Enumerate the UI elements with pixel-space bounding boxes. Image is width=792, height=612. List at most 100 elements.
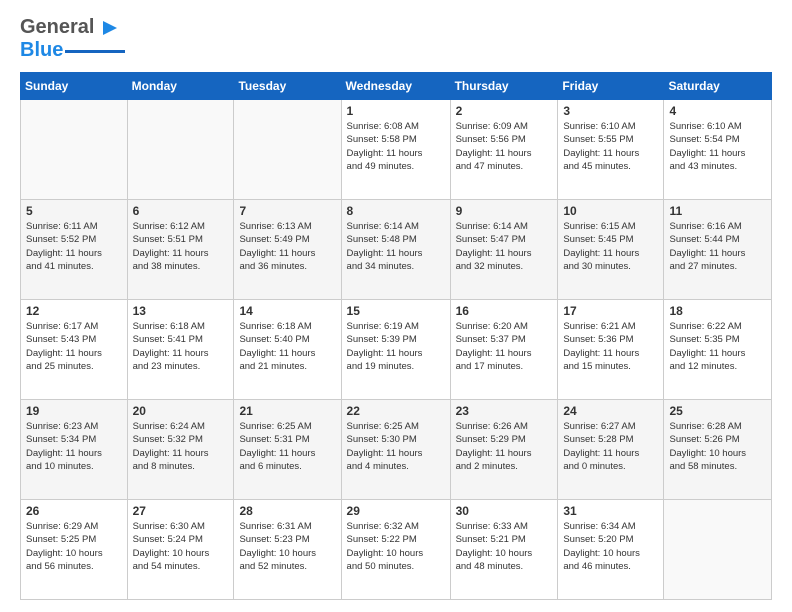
calendar-cell	[664, 500, 772, 600]
weekday-monday: Monday	[127, 73, 234, 100]
calendar-cell: 10 Sunrise: 6:15 AM Sunset: 5:45 PM Dayli…	[558, 200, 664, 300]
day-number: 15	[347, 304, 445, 318]
calendar-cell: 4Sunrise: 6:10 AM Sunset: 5:54 PM Daylig…	[664, 100, 772, 200]
calendar-cell	[21, 100, 128, 200]
calendar-cell: 28Sunrise: 6:31 AM Sunset: 5:23 PM Dayli…	[234, 500, 341, 600]
calendar-cell: 22 Sunrise: 6:25 AM Sunset: 5:30 PM Dayli…	[341, 400, 450, 500]
day-number: 26	[26, 504, 122, 518]
weekday-header-row: SundayMondayTuesdayWednesdayThursdayFrid…	[21, 73, 772, 100]
calendar-cell: 16 Sunrise: 6:20 AM Sunset: 5:37 PM Dayli…	[450, 300, 558, 400]
logo: General Blue	[20, 16, 125, 62]
day-info: Sunrise: 6:21 AM Sunset: 5:36 PM Dayligh…	[563, 320, 658, 373]
calendar-cell: 9 Sunrise: 6:14 AM Sunset: 5:47 PM Daylig…	[450, 200, 558, 300]
day-info: Sunrise: 6:34 AM Sunset: 5:20 PM Dayligh…	[563, 520, 658, 573]
weekday-wednesday: Wednesday	[341, 73, 450, 100]
day-number: 2	[456, 104, 553, 118]
day-info: Sunrise: 6:14 AM Sunset: 5:47 PM Dayligh…	[456, 220, 553, 273]
calendar-cell: 30Sunrise: 6:33 AM Sunset: 5:21 PM Dayli…	[450, 500, 558, 600]
day-info: Sunrise: 6:29 AM Sunset: 5:25 PM Dayligh…	[26, 520, 122, 573]
day-number: 20	[133, 404, 229, 418]
day-number: 31	[563, 504, 658, 518]
day-info: Sunrise: 6:27 AM Sunset: 5:28 PM Dayligh…	[563, 420, 658, 473]
calendar-cell: 23Sunrise: 6:26 AM Sunset: 5:29 PM Dayli…	[450, 400, 558, 500]
day-number: 3	[563, 104, 658, 118]
weekday-sunday: Sunday	[21, 73, 128, 100]
day-info: Sunrise: 6:31 AM Sunset: 5:23 PM Dayligh…	[239, 520, 335, 573]
day-number: 29	[347, 504, 445, 518]
day-info: Sunrise: 6:12 AM Sunset: 5:51 PM Dayligh…	[133, 220, 229, 273]
day-number: 11	[669, 204, 766, 218]
calendar-cell: 14 Sunrise: 6:18 AM Sunset: 5:40 PM Dayli…	[234, 300, 341, 400]
day-info: Sunrise: 6:13 AM Sunset: 5:49 PM Dayligh…	[239, 220, 335, 273]
calendar-cell: 5 Sunrise: 6:11 AM Sunset: 5:52 PM Daylig…	[21, 200, 128, 300]
calendar-cell: 8Sunrise: 6:14 AM Sunset: 5:48 PM Daylig…	[341, 200, 450, 300]
calendar-cell: 6 Sunrise: 6:12 AM Sunset: 5:51 PM Daylig…	[127, 200, 234, 300]
week-row-2: 5 Sunrise: 6:11 AM Sunset: 5:52 PM Daylig…	[21, 200, 772, 300]
calendar-cell: 15 Sunrise: 6:19 AM Sunset: 5:39 PM Dayli…	[341, 300, 450, 400]
calendar-cell: 11 Sunrise: 6:16 AM Sunset: 5:44 PM Dayli…	[664, 200, 772, 300]
day-info: Sunrise: 6:28 AM Sunset: 5:26 PM Dayligh…	[669, 420, 766, 473]
day-number: 16	[456, 304, 553, 318]
calendar-cell: 25 Sunrise: 6:28 AM Sunset: 5:26 PM Dayli…	[664, 400, 772, 500]
week-row-3: 12Sunrise: 6:17 AM Sunset: 5:43 PM Dayli…	[21, 300, 772, 400]
day-info: Sunrise: 6:18 AM Sunset: 5:40 PM Dayligh…	[239, 320, 335, 373]
calendar-cell: 3Sunrise: 6:10 AM Sunset: 5:55 PM Daylig…	[558, 100, 664, 200]
logo-blue-text: Blue	[20, 39, 63, 62]
day-number: 17	[563, 304, 658, 318]
day-number: 4	[669, 104, 766, 118]
calendar-cell: 7Sunrise: 6:13 AM Sunset: 5:49 PM Daylig…	[234, 200, 341, 300]
day-number: 21	[239, 404, 335, 418]
day-info: Sunrise: 6:09 AM Sunset: 5:56 PM Dayligh…	[456, 120, 553, 173]
day-number: 5	[26, 204, 122, 218]
day-info: Sunrise: 6:24 AM Sunset: 5:32 PM Dayligh…	[133, 420, 229, 473]
calendar-cell: 17 Sunrise: 6:21 AM Sunset: 5:36 PM Dayli…	[558, 300, 664, 400]
day-info: Sunrise: 6:22 AM Sunset: 5:35 PM Dayligh…	[669, 320, 766, 373]
day-number: 19	[26, 404, 122, 418]
day-number: 27	[133, 504, 229, 518]
day-number: 25	[669, 404, 766, 418]
day-info: Sunrise: 6:20 AM Sunset: 5:37 PM Dayligh…	[456, 320, 553, 373]
calendar-cell: 31 Sunrise: 6:34 AM Sunset: 5:20 PM Dayli…	[558, 500, 664, 600]
header: General Blue	[20, 16, 772, 62]
day-number: 13	[133, 304, 229, 318]
day-info: Sunrise: 6:14 AM Sunset: 5:48 PM Dayligh…	[347, 220, 445, 273]
week-row-5: 26 Sunrise: 6:29 AM Sunset: 5:25 PM Dayli…	[21, 500, 772, 600]
day-info: Sunrise: 6:18 AM Sunset: 5:41 PM Dayligh…	[133, 320, 229, 373]
calendar-cell: 12Sunrise: 6:17 AM Sunset: 5:43 PM Dayli…	[21, 300, 128, 400]
day-number: 12	[26, 304, 122, 318]
day-info: Sunrise: 6:30 AM Sunset: 5:24 PM Dayligh…	[133, 520, 229, 573]
day-number: 14	[239, 304, 335, 318]
day-info: Sunrise: 6:11 AM Sunset: 5:52 PM Dayligh…	[26, 220, 122, 273]
day-number: 6	[133, 204, 229, 218]
day-info: Sunrise: 6:15 AM Sunset: 5:45 PM Dayligh…	[563, 220, 658, 273]
calendar-cell: 2 Sunrise: 6:09 AM Sunset: 5:56 PM Daylig…	[450, 100, 558, 200]
day-info: Sunrise: 6:33 AM Sunset: 5:21 PM Dayligh…	[456, 520, 553, 573]
day-info: Sunrise: 6:08 AM Sunset: 5:58 PM Dayligh…	[347, 120, 445, 173]
day-number: 22	[347, 404, 445, 418]
day-info: Sunrise: 6:25 AM Sunset: 5:30 PM Dayligh…	[347, 420, 445, 473]
calendar-cell: 29 Sunrise: 6:32 AM Sunset: 5:22 PM Dayli…	[341, 500, 450, 600]
calendar-cell: 13 Sunrise: 6:18 AM Sunset: 5:41 PM Dayli…	[127, 300, 234, 400]
logo-general-text: General	[20, 16, 94, 39]
day-number: 18	[669, 304, 766, 318]
day-number: 23	[456, 404, 553, 418]
day-info: Sunrise: 6:16 AM Sunset: 5:44 PM Dayligh…	[669, 220, 766, 273]
calendar-page: General Blue SundayMondayTuesdayWednesda…	[0, 0, 792, 612]
day-info: Sunrise: 6:32 AM Sunset: 5:22 PM Dayligh…	[347, 520, 445, 573]
calendar-cell: 18 Sunrise: 6:22 AM Sunset: 5:35 PM Dayli…	[664, 300, 772, 400]
calendar-cell: 27 Sunrise: 6:30 AM Sunset: 5:24 PM Dayli…	[127, 500, 234, 600]
day-info: Sunrise: 6:23 AM Sunset: 5:34 PM Dayligh…	[26, 420, 122, 473]
calendar-cell: 21 Sunrise: 6:25 AM Sunset: 5:31 PM Dayli…	[234, 400, 341, 500]
weekday-tuesday: Tuesday	[234, 73, 341, 100]
calendar-cell: 19 Sunrise: 6:23 AM Sunset: 5:34 PM Dayli…	[21, 400, 128, 500]
calendar-cell: 26 Sunrise: 6:29 AM Sunset: 5:25 PM Dayli…	[21, 500, 128, 600]
calendar-cell: 24Sunrise: 6:27 AM Sunset: 5:28 PM Dayli…	[558, 400, 664, 500]
day-number: 10	[563, 204, 658, 218]
day-number: 9	[456, 204, 553, 218]
logo-triangle-icon	[95, 17, 117, 39]
calendar-cell	[127, 100, 234, 200]
weekday-friday: Friday	[558, 73, 664, 100]
day-info: Sunrise: 6:25 AM Sunset: 5:31 PM Dayligh…	[239, 420, 335, 473]
weekday-thursday: Thursday	[450, 73, 558, 100]
day-info: Sunrise: 6:19 AM Sunset: 5:39 PM Dayligh…	[347, 320, 445, 373]
